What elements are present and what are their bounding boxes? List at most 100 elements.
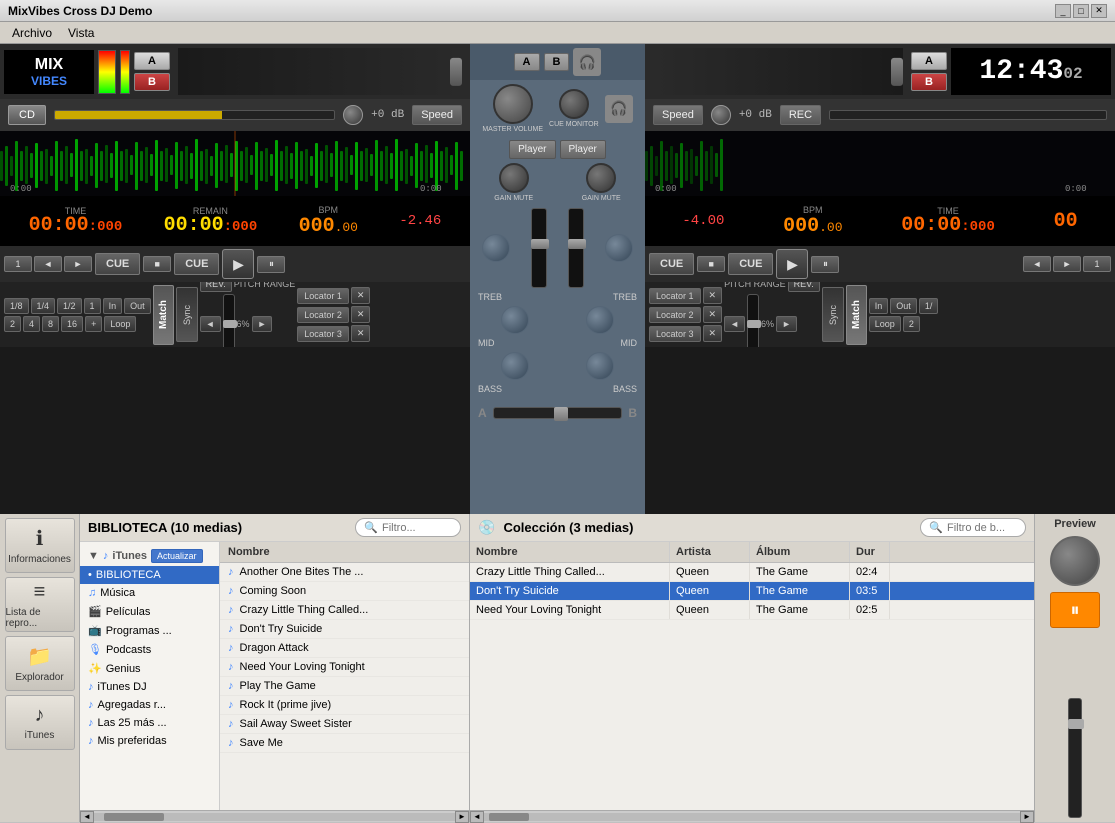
sidebar-playlist-btn[interactable]: ≡ Lista de repro... <box>5 577 75 632</box>
tree-agregadas-item[interactable]: ♪ Agregadas r... <box>80 696 219 714</box>
list-item-9[interactable]: ♪ Save Me <box>220 734 469 753</box>
pitch-slider-right[interactable] <box>747 294 759 348</box>
treb-knob-right[interactable] <box>605 234 633 262</box>
locator1-btn-right[interactable]: Locator 1 <box>649 288 701 304</box>
fwd-btn-left[interactable]: ► <box>252 316 273 332</box>
tree-itunesdj-item[interactable]: ♪ iTunes DJ <box>80 678 219 696</box>
coll-row-2[interactable]: Need Your Loving Tonight Queen The Game … <box>470 601 1034 620</box>
preview-play-btn[interactable]: ⏸ <box>1050 592 1100 628</box>
list-item-5[interactable]: ♪ Need Your Loving Tonight <box>220 658 469 677</box>
list-item-0[interactable]: ♪ Another One Bites The ... <box>220 563 469 582</box>
lib-filter[interactable]: 🔍 <box>355 518 461 537</box>
sidebar-explorer-btn[interactable]: 📁 Explorador <box>5 636 75 691</box>
scroll-left-btn[interactable]: ◄ <box>80 811 94 823</box>
beat-1h-btn[interactable]: 1/ <box>919 298 939 314</box>
fader-left[interactable] <box>531 208 547 288</box>
fader-right[interactable] <box>568 208 584 288</box>
bass-knob-right[interactable] <box>586 352 614 380</box>
player-left-btn[interactable]: Player <box>509 140 555 159</box>
beat-1-2-btn[interactable]: 1/2 <box>57 298 82 314</box>
play-button-left[interactable]: ▶ <box>222 249 254 279</box>
rew-btn-left[interactable]: ◄ <box>200 316 221 332</box>
coll-row-0[interactable]: Crazy Little Thing Called... Queen The G… <box>470 563 1034 582</box>
cd-button-left[interactable]: CD <box>8 105 46 125</box>
cue-button-1-left[interactable]: CUE <box>95 253 140 275</box>
sidebar-itunes-btn[interactable]: ♪ iTunes <box>5 695 75 750</box>
coll-search-input[interactable] <box>947 522 1017 534</box>
out-btn-left[interactable]: Out <box>124 298 151 314</box>
itunes-root-item[interactable]: ▼ ♪ iTunes Actualizar <box>80 546 219 566</box>
tree-genius-item[interactable]: ✨ Genius <box>80 659 219 678</box>
loop-btn-right[interactable]: Loop <box>869 316 901 332</box>
mid-knob-left[interactable] <box>501 306 529 334</box>
loop-btn-left[interactable]: Loop <box>104 316 136 332</box>
headphone-icon-left[interactable]: 🎧 <box>573 48 601 76</box>
cue-knob[interactable] <box>559 89 589 119</box>
scroll-track[interactable] <box>94 813 455 821</box>
locator2-x-btn-left[interactable]: ✕ <box>351 306 371 323</box>
locator1-x-btn-left[interactable]: ✕ <box>351 287 371 304</box>
tree-musica-item[interactable]: ♫ Música <box>80 584 219 602</box>
stop-button-right[interactable]: ■ <box>697 256 725 272</box>
cue-button-1-right[interactable]: CUE <box>649 253 694 275</box>
headphone-icon-right[interactable]: 🎧 <box>605 95 633 123</box>
locator3-x-btn-left[interactable]: ✕ <box>351 325 371 342</box>
beat-4-btn[interactable]: 4 <box>23 316 40 332</box>
mixer-b-btn[interactable]: B <box>544 53 570 71</box>
speed-btn-right[interactable]: Speed <box>653 105 703 125</box>
volume-knob-right[interactable] <box>711 105 731 125</box>
match-button-right[interactable]: Match <box>846 285 867 345</box>
list-item-1[interactable]: ♪ Coming Soon <box>220 582 469 601</box>
sync-button-left[interactable]: Sync <box>176 287 198 342</box>
pause-button-right[interactable]: ⏸ <box>811 256 839 273</box>
coll-row-1[interactable]: Don't Try Suicide Queen The Game 03:5 <box>470 582 1034 601</box>
preview-volume-knob[interactable] <box>1050 536 1100 586</box>
beat-1-4-btn[interactable]: 1/4 <box>31 298 56 314</box>
sync-button-right[interactable]: Sync <box>822 287 844 342</box>
menu-vista[interactable]: Vista <box>60 24 102 42</box>
prev-button-right[interactable]: ◄ <box>1023 256 1051 272</box>
list-item-4[interactable]: ♪ Dragon Attack <box>220 639 469 658</box>
preview-slider[interactable] <box>1068 698 1082 818</box>
beat-2-btn[interactable]: 2 <box>4 316 21 332</box>
pitch-slider-left[interactable] <box>223 294 235 348</box>
progress-bar-right[interactable] <box>829 110 1107 120</box>
waveform-left[interactable]: 0:00 0:00 <box>0 131 470 196</box>
coll-scroll-track[interactable] <box>484 813 1020 821</box>
locator2-btn-left[interactable]: Locator 2 <box>297 307 349 323</box>
rec-btn-right[interactable]: REC <box>780 105 821 125</box>
coll-scroll-right-btn[interactable]: ► <box>1020 811 1034 823</box>
locator2-x-btn-right[interactable]: ✕ <box>703 306 723 323</box>
locator1-x-btn-right[interactable]: ✕ <box>703 287 723 304</box>
next-button-right[interactable]: ► <box>1053 256 1081 272</box>
b-button-left[interactable]: B <box>134 73 170 91</box>
list-item-6[interactable]: ♪ Play The Game <box>220 677 469 696</box>
beat-1-btn[interactable]: 1 <box>84 298 101 314</box>
list-item-8[interactable]: ♪ Sail Away Sweet Sister <box>220 715 469 734</box>
pause-button-left[interactable]: ⏸ <box>257 256 285 273</box>
lib-search-input[interactable] <box>382 522 452 534</box>
coll-scrollbar-h[interactable]: ◄ ► <box>470 810 1034 822</box>
tree-peliculas-item[interactable]: 🎬 Películas <box>80 602 219 621</box>
next-button[interactable]: ► <box>64 256 92 272</box>
list-item-2[interactable]: ♪ Crazy Little Thing Called... <box>220 601 469 620</box>
gain-knob-right[interactable] <box>586 163 616 193</box>
tree-las25-item[interactable]: ♪ Las 25 más ... <box>80 714 219 732</box>
locator3-btn-left[interactable]: Locator 3 <box>297 326 349 342</box>
tree-mispreferidas-item[interactable]: ♪ Mis preferidas <box>80 732 219 750</box>
loop-1-button[interactable]: 1 <box>4 256 32 272</box>
prev-button[interactable]: ◄ <box>34 256 62 272</box>
plus-btn-left[interactable]: + <box>85 316 102 332</box>
tree-programas-item[interactable]: 📺 Programas ... <box>80 621 219 640</box>
cue-button-2-right[interactable]: CUE <box>728 253 773 275</box>
tree-biblioteca-item[interactable]: • BIBLIOTECA <box>80 566 219 584</box>
beat-2-btn-right[interactable]: 2 <box>903 316 920 332</box>
rew-btn-right[interactable]: ◄ <box>724 316 745 332</box>
rev-btn-right[interactable]: REV. <box>788 282 820 292</box>
progress-bar-left[interactable] <box>54 110 335 120</box>
close-button[interactable]: ✕ <box>1091 4 1107 18</box>
beat-16-btn[interactable]: 16 <box>61 316 83 332</box>
beat-1-8-btn[interactable]: 1/8 <box>4 298 29 314</box>
match-button-left[interactable]: Match <box>153 285 174 345</box>
gain-knob-left[interactable] <box>499 163 529 193</box>
